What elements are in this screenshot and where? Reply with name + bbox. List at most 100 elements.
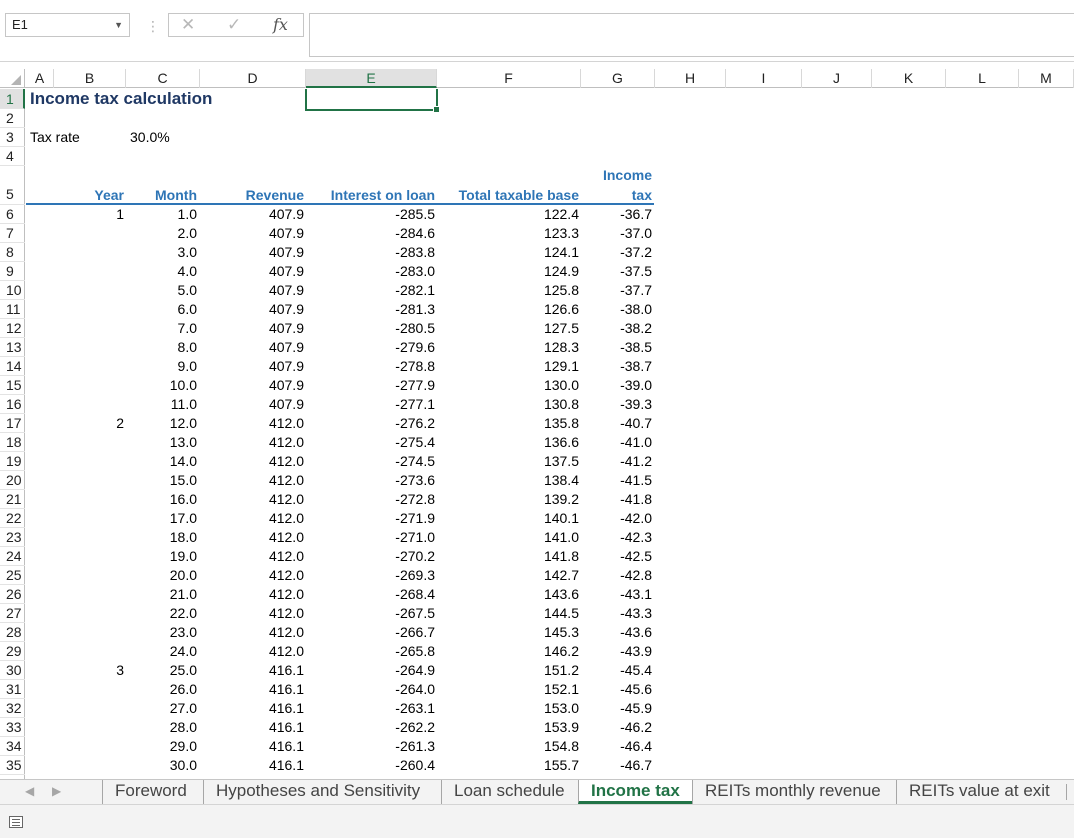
drag-handle-icon[interactable]: ⋮ — [146, 18, 160, 35]
cell-interest[interactable]: -283.0 — [345, 262, 435, 281]
cell-revenue[interactable]: 412.0 — [214, 528, 304, 547]
cell-interest[interactable]: -284.6 — [345, 224, 435, 243]
cell-revenue[interactable]: 412.0 — [214, 547, 304, 566]
cell-revenue[interactable]: 407.9 — [214, 319, 304, 338]
cell-tax[interactable]: -37.7 — [562, 281, 652, 300]
row-header-31[interactable]: 31 — [0, 680, 25, 699]
cell-month[interactable]: 14.0 — [107, 452, 197, 471]
cell-interest[interactable]: -269.3 — [345, 566, 435, 585]
cell-interest[interactable]: -264.0 — [345, 680, 435, 699]
scroll-left-icon[interactable]: ◀ — [25, 784, 34, 798]
cell-interest[interactable]: -262.2 — [345, 718, 435, 737]
cell-interest[interactable]: -271.9 — [345, 509, 435, 528]
row-header-10[interactable]: 10 — [0, 281, 25, 300]
header-income-tax-line1[interactable]: Income — [582, 166, 652, 185]
cell-month[interactable]: 11.0 — [107, 395, 197, 414]
insert-function-icon[interactable]: fx — [273, 15, 288, 34]
cell-interest[interactable]: -272.8 — [345, 490, 435, 509]
cell-month[interactable]: 25.0 — [107, 661, 197, 680]
row-header-34[interactable]: 34 — [0, 737, 25, 756]
sheet-tab-reits-value-at-exit[interactable]: REITs value at exit — [896, 780, 1062, 804]
column-header-c[interactable]: C — [126, 69, 200, 88]
cell-revenue[interactable]: 407.9 — [214, 205, 304, 224]
cell-tax[interactable]: -40.7 — [562, 414, 652, 433]
column-header-h[interactable]: H — [655, 69, 726, 88]
row-header-6[interactable]: 6 — [0, 205, 25, 224]
sheet-tab-foreword[interactable]: Foreword — [102, 780, 199, 804]
cell-month[interactable]: 18.0 — [107, 528, 197, 547]
worksheet-grid[interactable]: Income tax calculation Tax rate 30.0% Ye… — [26, 89, 1074, 779]
row-header-3[interactable]: 3 — [0, 128, 25, 147]
cell-tax[interactable]: -41.8 — [562, 490, 652, 509]
column-header-f[interactable]: F — [437, 69, 581, 88]
column-header-g[interactable]: G — [581, 69, 655, 88]
row-header-15[interactable]: 15 — [0, 376, 25, 395]
cell-revenue[interactable]: 412.0 — [214, 623, 304, 642]
cell-tax[interactable]: -37.0 — [562, 224, 652, 243]
cell-interest[interactable]: -276.2 — [345, 414, 435, 433]
column-header-i[interactable]: I — [726, 69, 802, 88]
cell-interest[interactable]: -277.9 — [345, 376, 435, 395]
row-header-7[interactable]: 7 — [0, 224, 25, 243]
cell-tax[interactable]: -38.2 — [562, 319, 652, 338]
cell-revenue[interactable]: 407.9 — [214, 376, 304, 395]
cell-tax[interactable]: -46.4 — [562, 737, 652, 756]
cell-tax[interactable]: -43.1 — [562, 585, 652, 604]
cell-interest[interactable]: -261.3 — [345, 737, 435, 756]
name-box[interactable]: E1 ▼ — [5, 13, 130, 37]
cell-tax[interactable]: -45.6 — [562, 680, 652, 699]
tax-rate-label[interactable]: Tax rate — [30, 128, 130, 147]
cell-tax[interactable]: -38.5 — [562, 338, 652, 357]
cell-interest[interactable]: -280.5 — [345, 319, 435, 338]
cell-revenue[interactable]: 416.1 — [214, 680, 304, 699]
cell-interest[interactable]: -278.8 — [345, 357, 435, 376]
cell-revenue[interactable]: 407.9 — [214, 338, 304, 357]
cell-interest[interactable]: -285.5 — [345, 205, 435, 224]
cell-revenue[interactable]: 407.9 — [214, 281, 304, 300]
cell-revenue[interactable]: 412.0 — [214, 471, 304, 490]
cell-interest[interactable]: -273.6 — [345, 471, 435, 490]
cell-tax[interactable]: -43.9 — [562, 642, 652, 661]
cell-month[interactable]: 27.0 — [107, 699, 197, 718]
formula-input[interactable] — [309, 13, 1074, 57]
column-header-j[interactable]: J — [802, 69, 872, 88]
cell-month[interactable]: 15.0 — [107, 471, 197, 490]
cell-interest[interactable]: -282.1 — [345, 281, 435, 300]
cell-revenue[interactable]: 407.9 — [214, 300, 304, 319]
row-header-4[interactable]: 4 — [0, 147, 25, 166]
cell-month[interactable]: 20.0 — [107, 566, 197, 585]
row-header-2[interactable]: 2 — [0, 109, 25, 128]
row-header-35[interactable]: 35 — [0, 756, 25, 775]
sheet-tab-income-tax[interactable]: Income tax — [578, 780, 692, 804]
row-header-32[interactable]: 32 — [0, 699, 25, 718]
cell-revenue[interactable]: 407.9 — [214, 395, 304, 414]
cell-month[interactable]: 2.0 — [107, 224, 197, 243]
sheet-tab-loan-schedule[interactable]: Loan schedule — [441, 780, 577, 804]
cell-tax[interactable]: -38.0 — [562, 300, 652, 319]
cell-month[interactable]: 12.0 — [107, 414, 197, 433]
chevron-down-icon[interactable]: ▼ — [114, 14, 123, 36]
cell-interest[interactable]: -279.6 — [345, 338, 435, 357]
scroll-right-icon[interactable]: ▶ — [52, 784, 61, 798]
cell-interest[interactable]: -263.1 — [345, 699, 435, 718]
cell-revenue[interactable]: 416.1 — [214, 718, 304, 737]
cell-revenue[interactable]: 407.9 — [214, 243, 304, 262]
cell-month[interactable]: 4.0 — [107, 262, 197, 281]
cell-tax[interactable]: -37.5 — [562, 262, 652, 281]
row-header-22[interactable]: 22 — [0, 509, 25, 528]
row-header-1[interactable]: 1 — [0, 89, 25, 109]
cell-month[interactable]: 9.0 — [107, 357, 197, 376]
cell-tax[interactable]: -42.8 — [562, 566, 652, 585]
cell-revenue[interactable]: 416.1 — [214, 699, 304, 718]
cell-month[interactable]: 5.0 — [107, 281, 197, 300]
cell-revenue[interactable]: 407.9 — [214, 262, 304, 281]
cell-revenue[interactable]: 416.1 — [214, 661, 304, 680]
cell-tax[interactable]: -43.3 — [562, 604, 652, 623]
row-header-16[interactable]: 16 — [0, 395, 25, 414]
cell-interest[interactable]: -281.3 — [345, 300, 435, 319]
column-header-l[interactable]: L — [946, 69, 1019, 88]
row-header-17[interactable]: 17 — [0, 414, 25, 433]
tax-rate-value[interactable]: 30.0% — [130, 128, 210, 147]
cell-tax[interactable]: -41.2 — [562, 452, 652, 471]
cell-interest[interactable]: -271.0 — [345, 528, 435, 547]
